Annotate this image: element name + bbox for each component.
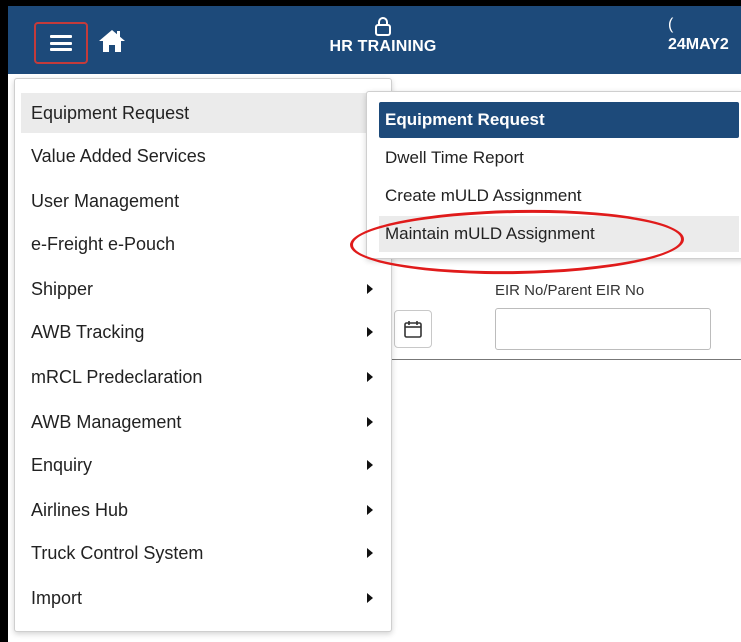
menu-item-label: User Management: [31, 190, 180, 211]
equipment-request-submenu: Equipment Request Dwell Time Report Crea…: [366, 91, 741, 259]
eir-number-input[interactable]: [495, 308, 711, 350]
section-divider: [388, 359, 741, 360]
top-header-bar: HR TRAINING ( 24MAY2: [8, 6, 741, 74]
menu-item-airlines-hub[interactable]: Airlines Hub: [21, 490, 387, 530]
menu-item-label: Truck Control System: [31, 542, 204, 563]
lock-icon: [375, 17, 391, 36]
menu-item-truck-control-system[interactable]: Truck Control System: [21, 533, 387, 573]
user-label: HR TRAINING: [329, 38, 437, 55]
menu-item-label: AWB Management: [31, 411, 182, 432]
chevron-right-icon: [367, 505, 373, 515]
chevron-right-icon: [367, 548, 373, 558]
menu-toggle-button[interactable]: [34, 22, 88, 64]
date-info: ( 24MAY2: [668, 16, 741, 54]
menu-item-label: Import: [31, 587, 83, 608]
chevron-right-icon: [367, 460, 373, 470]
submenu-item-create-muld-assignment[interactable]: Create mULD Assignment: [379, 178, 739, 214]
chevron-right-icon: [367, 327, 373, 337]
hamburger-icon: [50, 35, 72, 51]
submenu-item-maintain-muld-assignment[interactable]: Maintain mULD Assignment: [379, 216, 739, 252]
menu-item-label: e-Freight e-Pouch: [31, 233, 176, 254]
submenu-item-label: Dwell Time Report: [385, 148, 524, 167]
menu-item-value-added-services[interactable]: Value Added Services: [21, 136, 387, 176]
screenshot-frame: HR TRAINING ( 24MAY2 EIR No/Parent EIR N…: [0, 0, 741, 642]
submenu-item-label: Maintain mULD Assignment: [385, 224, 595, 243]
menu-item-awb-tracking[interactable]: AWB Tracking: [21, 312, 387, 352]
menu-item-equipment-request[interactable]: Equipment Request: [21, 93, 387, 133]
chevron-right-icon: [367, 284, 373, 294]
user-info: HR TRAINING: [298, 16, 468, 56]
date-label: 24MAY2: [668, 36, 729, 53]
menu-item-awb-management[interactable]: AWB Management: [21, 402, 387, 442]
menu-item-shipper[interactable]: Shipper: [21, 269, 387, 309]
menu-item-label: Airlines Hub: [31, 499, 129, 520]
app-screen: HR TRAINING ( 24MAY2 EIR No/Parent EIR N…: [8, 6, 741, 642]
calendar-icon: [404, 321, 422, 338]
menu-item-label: mRCL Predeclaration: [31, 366, 203, 387]
calendar-button[interactable]: [394, 310, 432, 348]
menu-item-user-management[interactable]: User Management: [21, 181, 387, 221]
submenu-item-label: Equipment Request: [385, 110, 545, 129]
main-nav-menu: Equipment Request Value Added Services U…: [14, 78, 392, 632]
search-form: EIR No/Parent EIR No: [388, 268, 741, 364]
menu-item-label: Value Added Services: [31, 145, 206, 166]
menu-item-import[interactable]: Import: [21, 578, 387, 618]
menu-item-label: Shipper: [31, 278, 94, 299]
home-icon[interactable]: [98, 28, 126, 54]
eir-field-label: EIR No/Parent EIR No: [495, 282, 645, 299]
menu-item-enquiry[interactable]: Enquiry: [21, 445, 387, 485]
menu-item-label: AWB Tracking: [31, 321, 145, 342]
chevron-right-icon: [367, 417, 373, 427]
menu-item-label: Equipment Request: [31, 102, 190, 123]
date-top-glyph: (: [668, 16, 674, 33]
chevron-right-icon: [367, 372, 373, 382]
menu-item-e-freight-e-pouch[interactable]: e-Freight e-Pouch: [21, 224, 387, 264]
chevron-right-icon: [367, 593, 373, 603]
submenu-item-dwell-time-report[interactable]: Dwell Time Report: [379, 140, 739, 176]
submenu-item-label: Create mULD Assignment: [385, 186, 582, 205]
menu-item-label: Enquiry: [31, 454, 93, 475]
submenu-item-equipment-request[interactable]: Equipment Request: [379, 102, 739, 138]
menu-item-mrcl-predeclaration[interactable]: mRCL Predeclaration: [21, 357, 387, 397]
